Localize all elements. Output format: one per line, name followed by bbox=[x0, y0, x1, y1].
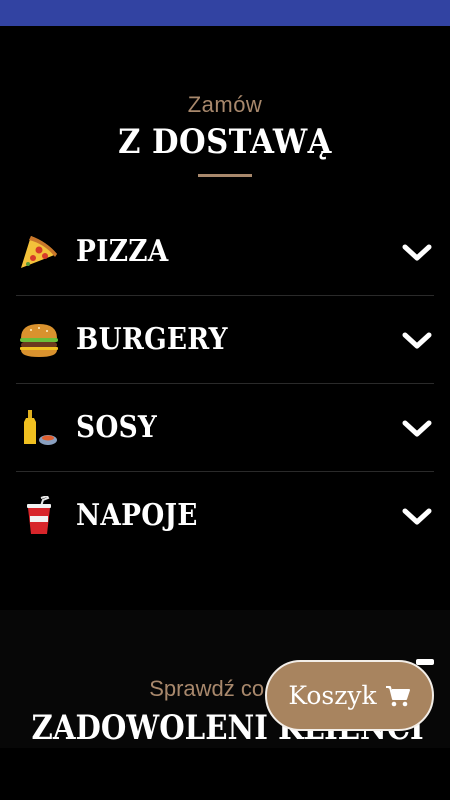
status-bar bbox=[0, 0, 450, 26]
order-header: Zamów Z DOSTAWĄ bbox=[0, 92, 450, 177]
category-item-pizza[interactable]: PIZZA bbox=[16, 208, 434, 296]
category-item-burgery[interactable]: BURGERY bbox=[16, 296, 434, 384]
drink-icon bbox=[16, 495, 62, 536]
chevron-down-icon[interactable] bbox=[402, 242, 432, 262]
sauce-icon bbox=[16, 408, 62, 448]
bottom-bar bbox=[0, 748, 450, 800]
cart-icon bbox=[385, 685, 410, 706]
chevron-down-icon[interactable] bbox=[402, 418, 432, 438]
chevron-down-icon[interactable] bbox=[402, 506, 432, 526]
category-item-napoje[interactable]: NAPOJE bbox=[16, 472, 434, 559]
category-label-sosy: SOSY bbox=[76, 410, 158, 445]
pizza-icon bbox=[16, 232, 62, 272]
category-label-burgery: BURGERY bbox=[76, 322, 228, 357]
page-title: Z DOSTAWĄ bbox=[118, 122, 332, 162]
header-kicker: Zamów bbox=[187, 92, 263, 117]
category-item-sosy[interactable]: SOSY bbox=[16, 384, 434, 472]
category-menu: PIZZA BURGERY SOSY NAPOJE bbox=[16, 208, 434, 559]
burger-icon bbox=[16, 320, 62, 360]
cart-label: Koszyk bbox=[288, 681, 377, 710]
category-label-pizza: PIZZA bbox=[76, 234, 169, 269]
title-underline bbox=[198, 174, 252, 177]
scroll-indicator bbox=[416, 659, 434, 665]
cart-button[interactable]: Koszyk bbox=[265, 660, 434, 731]
chevron-down-icon[interactable] bbox=[402, 330, 432, 350]
category-label-napoje: NAPOJE bbox=[76, 498, 198, 533]
